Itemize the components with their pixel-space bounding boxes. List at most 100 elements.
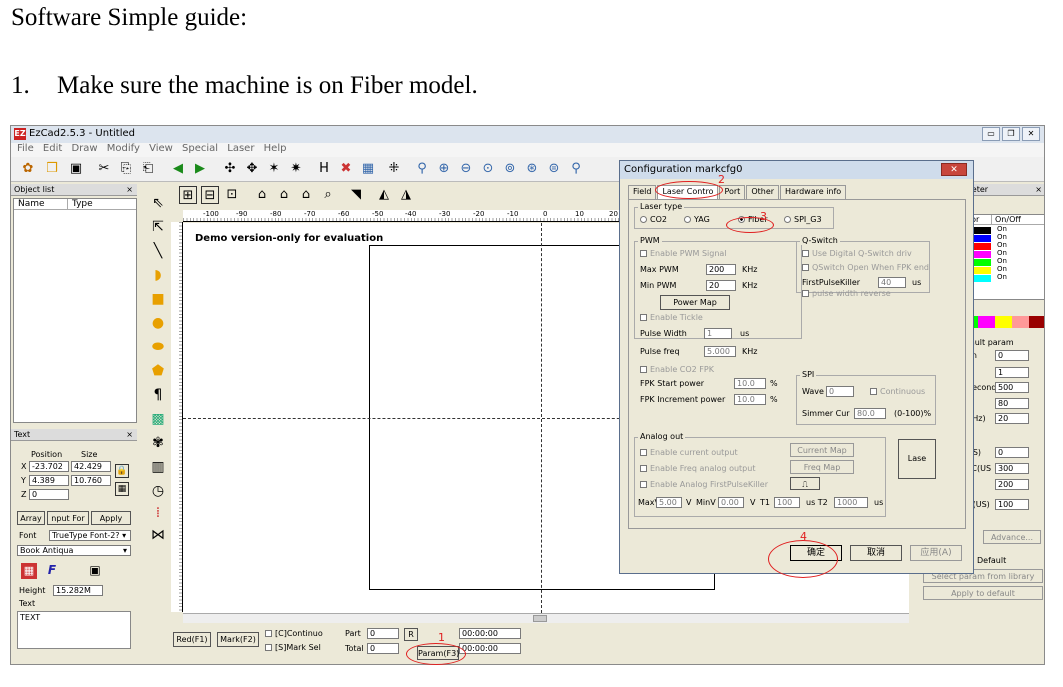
param-input[interactable]: 0: [995, 350, 1029, 361]
menu-file[interactable]: File: [17, 143, 34, 154]
rectangle-icon[interactable]: ■: [149, 290, 167, 308]
text-content-input[interactable]: TEXT: [17, 611, 131, 649]
continuous-spi-checkbox[interactable]: Continuous: [870, 387, 925, 396]
undo-icon[interactable]: ◀: [169, 160, 187, 178]
t1-input[interactable]: 100: [774, 497, 800, 508]
dialog-close-icon[interactable]: ✕: [941, 163, 967, 176]
lase-button[interactable]: Lase: [898, 439, 936, 479]
paste-icon[interactable]: ⎗: [139, 160, 157, 178]
max-pwm-input[interactable]: 200: [706, 264, 736, 275]
tab-port[interactable]: Port: [719, 185, 746, 199]
t2-input[interactable]: 1000: [834, 497, 868, 508]
minimize-icon[interactable]: ▭: [982, 127, 1000, 141]
line-icon[interactable]: ╲: [149, 242, 167, 260]
ruler-tool-icon[interactable]: ⁜: [385, 160, 403, 178]
lock-icon[interactable]: 🔒: [115, 464, 129, 478]
param-input[interactable]: 100: [995, 499, 1029, 510]
param-input[interactable]: 200: [995, 479, 1029, 490]
close-icon[interactable]: ✕: [1022, 127, 1040, 141]
menu-draw[interactable]: Draw: [71, 143, 97, 154]
unlock-object-icon[interactable]: ⌂: [275, 186, 293, 204]
enable-tickle-checkbox[interactable]: Enable Tickle: [640, 313, 703, 322]
timer-icon[interactable]: ◷: [149, 482, 167, 500]
col-type[interactable]: Type: [68, 199, 93, 209]
continuous-checkbox[interactable]: [C]Continuo: [265, 629, 323, 638]
param-input[interactable]: 1: [995, 367, 1029, 378]
barcode-icon[interactable]: ▥: [149, 458, 167, 476]
fill-icon[interactable]: ⌕: [319, 186, 337, 204]
bitmap-icon[interactable]: ▩: [149, 410, 167, 428]
vector-file-icon[interactable]: ✾: [149, 434, 167, 452]
object-list-close-icon[interactable]: ×: [126, 184, 133, 195]
motion-icon[interactable]: ⋈: [149, 526, 167, 544]
tab-field[interactable]: Field: [628, 185, 657, 199]
pen-onoff[interactable]: On: [997, 225, 1007, 233]
fpk-increment-input[interactable]: 10.0: [734, 394, 766, 405]
font-name-select[interactable]: Book Antiqua ▾: [17, 545, 131, 556]
grid-icon[interactable]: ⊡: [223, 186, 241, 204]
enable-freq-checkbox[interactable]: Enable Freq analog output: [640, 464, 755, 473]
tools-icon[interactable]: ✖: [337, 160, 355, 178]
zoom-in-icon[interactable]: ⊕: [435, 160, 453, 178]
tab-other[interactable]: Other: [746, 185, 780, 199]
mark-button[interactable]: Mark(F2): [217, 632, 259, 647]
object-list[interactable]: Name Type: [13, 198, 137, 423]
menu-modify[interactable]: Modify: [107, 143, 140, 154]
pulse-width-input[interactable]: 1: [704, 328, 732, 339]
radio-co2[interactable]: CO2: [640, 215, 667, 224]
reset-count-button[interactable]: R: [404, 628, 418, 641]
menu-laser[interactable]: Laser: [227, 143, 254, 154]
zoom-select-icon[interactable]: ⊚: [501, 160, 519, 178]
mark-selected-checkbox[interactable]: [S]Mark Sel: [265, 643, 321, 652]
wave-input[interactable]: 0: [826, 386, 854, 397]
open-folder-icon[interactable]: ❒: [43, 160, 61, 178]
apply-dialog-button[interactable]: 应用(A): [910, 545, 962, 561]
zoom-all-icon[interactable]: ⊙: [479, 160, 497, 178]
anchor-grid-icon[interactable]: ▦: [115, 482, 129, 496]
minv-input[interactable]: 0.00: [718, 497, 744, 508]
array-button[interactable]: Array: [17, 511, 45, 525]
cancel-button[interactable]: 取消: [850, 545, 902, 561]
param-input[interactable]: 500: [995, 382, 1029, 393]
advance-button[interactable]: Advance...: [983, 530, 1041, 544]
param-input[interactable]: 80: [995, 398, 1029, 409]
circle-icon[interactable]: ●: [149, 314, 167, 332]
current-map-button[interactable]: Current Map: [790, 443, 854, 457]
lock-object-icon[interactable]: ⌂: [253, 186, 271, 204]
maxv-input[interactable]: 5.00: [656, 497, 682, 508]
cut-icon[interactable]: ✂: [95, 160, 113, 178]
param-input[interactable]: 0: [995, 447, 1029, 458]
flip-h-icon[interactable]: ◭: [375, 186, 393, 204]
pulse-width-reverse-checkbox[interactable]: pulse width reverse: [802, 289, 891, 298]
zoom-real-icon[interactable]: ⚲: [567, 160, 585, 178]
font-color-icon[interactable]: ▦: [21, 563, 37, 579]
enable-pwm-checkbox[interactable]: Enable PWM Signal: [640, 249, 727, 258]
horizontal-scrollbar[interactable]: [183, 613, 909, 623]
fpk-start-input[interactable]: 10.0: [734, 378, 766, 389]
menu-view[interactable]: View: [149, 143, 173, 154]
min-pwm-input[interactable]: 20: [706, 280, 736, 291]
y-size-input[interactable]: 10.760: [71, 475, 111, 486]
enable-co2-fpk-checkbox[interactable]: Enable CO2 FPK: [640, 365, 714, 374]
freq-map-button[interactable]: Freq Map: [790, 460, 854, 474]
param-panel-close-icon[interactable]: ×: [1035, 184, 1042, 195]
curve-icon[interactable]: ◗: [149, 266, 167, 284]
enable-current-checkbox[interactable]: Enable current output: [640, 448, 738, 457]
first-pulse-killer-input[interactable]: 40: [878, 277, 906, 288]
input-format-button[interactable]: nput For: [47, 511, 89, 525]
page-icon[interactable]: ⌂: [297, 186, 315, 204]
copy-icon[interactable]: ⎘: [117, 160, 135, 178]
node-edit-icon[interactable]: ✣: [221, 160, 239, 178]
radio-spi-g3[interactable]: SPI_G3: [784, 215, 822, 224]
ungroup-icon[interactable]: ⊟: [201, 186, 219, 204]
y-position-input[interactable]: 4.389: [29, 475, 69, 486]
h-tool-icon[interactable]: H: [315, 160, 333, 178]
maximize-icon[interactable]: ❐: [1002, 127, 1020, 141]
star-tool-icon[interactable]: ✶: [265, 160, 283, 178]
new-file-icon[interactable]: ✿: [19, 160, 37, 178]
radio-yag[interactable]: YAG: [684, 215, 710, 224]
redo-icon[interactable]: ▶: [191, 160, 209, 178]
pen-onoff[interactable]: On: [997, 257, 1007, 265]
text-tool-icon[interactable]: ¶: [149, 386, 167, 404]
z-position-input[interactable]: 0: [29, 489, 69, 500]
